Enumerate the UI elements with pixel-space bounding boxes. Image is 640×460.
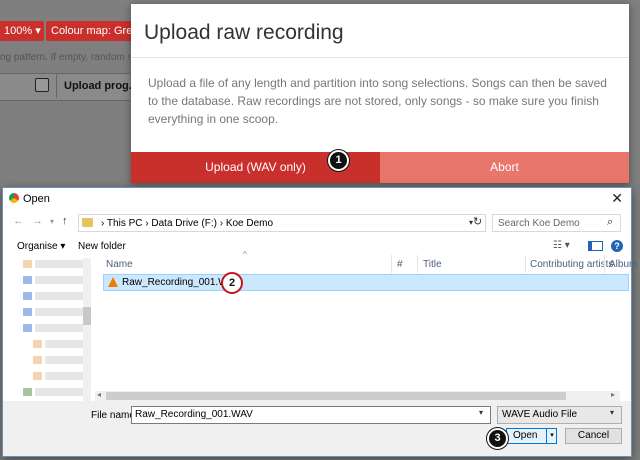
cloud-icon (23, 308, 32, 316)
dialog-title: Open (23, 193, 50, 205)
cloud-icon (23, 324, 32, 332)
close-icon[interactable]: ✕ (611, 190, 623, 207)
cancel-button[interactable]: Cancel (565, 428, 622, 444)
navigation-scrollbar[interactable] (83, 258, 91, 402)
file-name-dropdown-icon[interactable]: ▾ (479, 408, 483, 417)
select-all-checkbox[interactable] (35, 78, 49, 92)
navigation-scroll-thumb[interactable] (83, 307, 91, 325)
pattern-hint-text: ng pattern. If empty, random str (0, 52, 130, 63)
upload-progress-column-header: Upload prog... (64, 80, 138, 92)
recent-dropdown-icon[interactable]: ▾ (50, 217, 54, 226)
organise-menu[interactable]: Organise ▾ (17, 241, 65, 252)
nav-item[interactable] (35, 276, 85, 284)
nav-item[interactable] (45, 372, 85, 380)
scroll-left-icon[interactable]: ◂ (97, 390, 101, 399)
modal-divider (131, 57, 629, 58)
folder-icon (33, 340, 42, 348)
modal-title: Upload raw recording (144, 21, 344, 44)
view-options-icon[interactable]: ☷ ▾ (553, 240, 570, 251)
folder-icon (23, 260, 32, 268)
column-header-title[interactable]: Title (423, 259, 442, 270)
column-header-number[interactable]: # (397, 259, 403, 270)
nav-item[interactable] (35, 388, 85, 396)
modal-description: Upload a file of any length and partitio… (148, 76, 607, 126)
folder-icon (33, 372, 42, 380)
chrome-icon (9, 193, 19, 203)
column-divider[interactable] (417, 255, 418, 273)
upload-modal: Upload raw recording Upload a file of an… (131, 4, 629, 183)
file-type-dropdown-icon[interactable]: ▾ (610, 408, 614, 417)
nav-item[interactable] (35, 292, 85, 300)
nav-item[interactable] (35, 260, 85, 268)
abort-button[interactable]: Abort (380, 152, 629, 183)
back-arrow-icon[interactable]: ← (13, 215, 24, 227)
column-header-contributing-artists[interactable]: Contributing artists (530, 259, 613, 270)
open-options-dropdown-icon[interactable]: ▾ (546, 429, 557, 443)
navigation-pane (9, 256, 93, 404)
nav-item[interactable] (45, 356, 85, 364)
step-callout-1: 1 (328, 150, 349, 171)
file-name-field[interactable]: Raw_Recording_001.WAV (131, 406, 491, 424)
preview-pane-icon[interactable] (588, 241, 603, 251)
scroll-right-icon[interactable]: ▸ (611, 390, 615, 399)
cloud-icon (23, 292, 32, 300)
horizontal-scroll-thumb[interactable] (106, 392, 566, 400)
step-callout-2: 2 (221, 272, 243, 294)
column-divider[interactable] (525, 255, 526, 273)
nav-item[interactable] (45, 340, 85, 348)
zoom-dropdown[interactable]: 100% ▾ (0, 21, 44, 41)
column-header-name[interactable]: Name (106, 259, 133, 270)
column-header-album[interactable]: Album (609, 259, 637, 270)
column-divider (56, 74, 57, 98)
step-callout-3: 3 (487, 428, 508, 449)
address-bar[interactable]: › This PC › Data Drive (F:) › Koe Demo (78, 214, 486, 232)
nav-item[interactable] (35, 324, 85, 332)
vlc-icon (108, 277, 118, 287)
column-divider[interactable] (604, 255, 605, 273)
search-input[interactable]: Search Koe Demo (492, 214, 621, 232)
column-divider[interactable] (391, 255, 392, 273)
folder-icon (82, 218, 93, 227)
media-icon (23, 388, 32, 396)
refresh-icon[interactable]: ↻ (473, 215, 482, 228)
search-icon: ⌕ (607, 216, 614, 228)
forward-arrow-icon[interactable]: → (32, 215, 43, 227)
sort-ascending-icon: ^ (243, 250, 247, 259)
up-arrow-icon[interactable]: ↑ (62, 215, 68, 227)
new-folder-button[interactable]: New folder (78, 241, 126, 252)
help-icon[interactable]: ? (611, 240, 623, 252)
file-type-select[interactable]: WAVE Audio File (497, 406, 622, 424)
open-file-dialog: Open ✕ ← → ▾ ↑ › This PC › Data Drive (F… (2, 187, 637, 457)
colour-map-dropdown[interactable]: Colour map: Gree (46, 21, 136, 41)
nav-item[interactable] (35, 308, 85, 316)
folder-icon (33, 356, 42, 364)
cloud-icon (23, 276, 32, 284)
